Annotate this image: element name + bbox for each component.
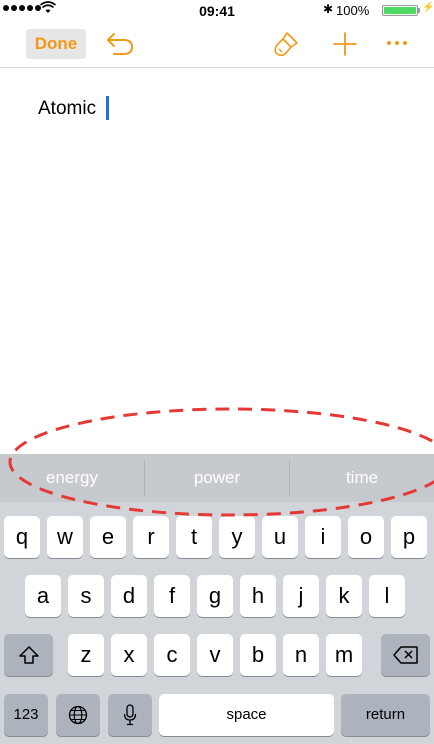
key-g[interactable]: g — [197, 575, 233, 617]
key-i[interactable]: i — [305, 516, 341, 558]
key-n[interactable]: n — [283, 634, 319, 676]
key-w[interactable]: w — [47, 516, 83, 558]
key-b[interactable]: b — [240, 634, 276, 676]
dictation-key[interactable] — [108, 694, 152, 736]
more-icon[interactable] — [387, 41, 411, 47]
key-m[interactable]: m — [326, 634, 362, 676]
note-body-text[interactable]: Atomic — [38, 98, 96, 120]
key-h[interactable]: h — [240, 575, 276, 617]
key-k[interactable]: k — [326, 575, 362, 617]
globe-icon — [68, 705, 88, 725]
key-t[interactable]: t — [176, 516, 212, 558]
key-f[interactable]: f — [154, 575, 190, 617]
shift-key[interactable] — [4, 634, 53, 676]
key-a[interactable]: a — [25, 575, 61, 617]
delete-key[interactable] — [381, 634, 430, 676]
done-button[interactable]: Done — [26, 29, 86, 59]
suggestion-3[interactable]: time — [290, 454, 434, 502]
suggestion-1[interactable]: energy — [0, 454, 144, 502]
key-s[interactable]: s — [68, 575, 104, 617]
key-e[interactable]: e — [90, 516, 126, 558]
key-r[interactable]: r — [133, 516, 169, 558]
return-key[interactable]: return — [341, 694, 430, 736]
battery-cap — [418, 8, 420, 13]
note-toolbar: Done — [0, 20, 434, 68]
microphone-icon — [123, 704, 137, 726]
key-d[interactable]: d — [111, 575, 147, 617]
charging-icon: ⚡ — [422, 2, 434, 13]
key-c[interactable]: c — [154, 634, 190, 676]
add-icon[interactable] — [332, 31, 358, 57]
battery-icon — [382, 5, 418, 16]
key-l[interactable]: l — [369, 575, 405, 617]
bluetooth-icon: ✱ — [323, 2, 334, 16]
status-bar: 09:41 ✱ 100% ⚡ — [0, 0, 434, 20]
keyboard: energy power time q w e r t y u i o p a … — [0, 454, 434, 744]
key-p[interactable]: p — [391, 516, 427, 558]
key-q[interactable]: q — [4, 516, 40, 558]
delete-icon — [392, 646, 418, 664]
key-j[interactable]: j — [283, 575, 319, 617]
text-cursor — [106, 96, 109, 120]
paintbrush-icon[interactable] — [271, 29, 301, 59]
suggestion-2[interactable]: power — [145, 454, 289, 502]
undo-icon[interactable] — [104, 31, 136, 57]
numbers-key[interactable]: 123 — [4, 694, 48, 736]
key-y[interactable]: y — [219, 516, 255, 558]
key-o[interactable]: o — [348, 516, 384, 558]
key-u[interactable]: u — [262, 516, 298, 558]
battery-percent: 100% — [336, 3, 370, 18]
key-v[interactable]: v — [197, 634, 233, 676]
key-x[interactable]: x — [111, 634, 147, 676]
shift-icon — [18, 646, 39, 664]
key-z[interactable]: z — [68, 634, 104, 676]
quicktype-suggestions: energy power time — [0, 454, 434, 502]
globe-key[interactable] — [56, 694, 100, 736]
space-key[interactable]: space — [159, 694, 334, 736]
